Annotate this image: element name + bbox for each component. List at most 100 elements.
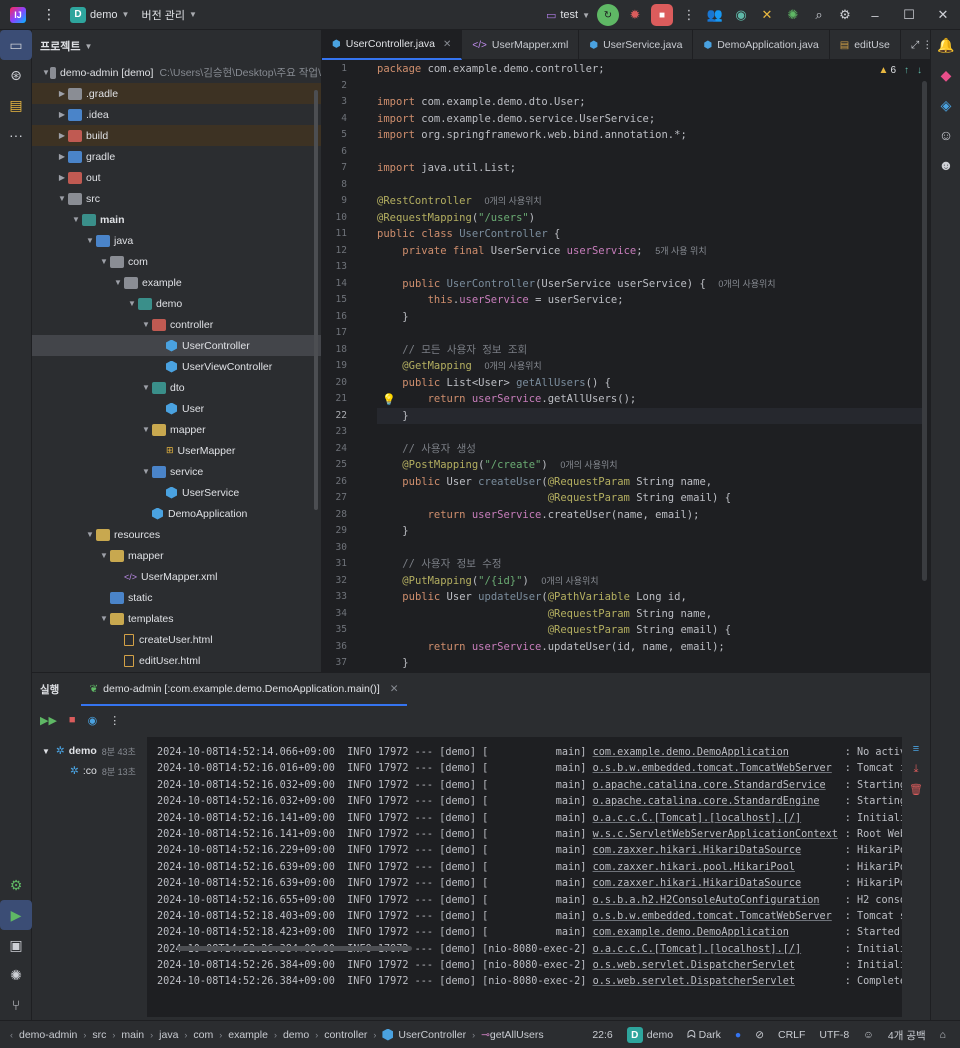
project-panel-header[interactable]: 프로젝트 ▼ bbox=[32, 30, 321, 62]
code-line[interactable]: public User createUser(@RequestParam Str… bbox=[377, 474, 922, 491]
code-line[interactable] bbox=[377, 424, 922, 441]
chevron-right-icon[interactable]: ▶ bbox=[56, 131, 68, 140]
tree-item[interactable]: ▶ .gradle bbox=[32, 83, 321, 104]
code-line[interactable]: @RequestParam String email) { bbox=[377, 490, 922, 507]
rerun-button[interactable]: ↻ bbox=[597, 4, 619, 26]
build-tools-icon[interactable]: ✕ bbox=[754, 7, 780, 23]
tree-item[interactable]: ▼ mapper bbox=[32, 545, 321, 566]
code-line[interactable]: public class UserController { bbox=[377, 226, 922, 243]
editor-scrollbar[interactable] bbox=[922, 81, 927, 581]
project-tool-icon[interactable]: ▭ bbox=[0, 30, 32, 60]
tree-item[interactable]: static bbox=[32, 587, 321, 608]
theme-indicator[interactable]: ᗣ Dark bbox=[687, 1029, 721, 1042]
code-line[interactable]: @RequestParam String email) { bbox=[377, 622, 922, 639]
tree-item[interactable]: ▼ demo bbox=[32, 293, 321, 314]
tree-item[interactable]: ▼ service bbox=[32, 461, 321, 482]
maximize-button[interactable]: ☐ bbox=[892, 7, 926, 23]
scroll-to-end-icon[interactable]: ⤓ bbox=[902, 763, 930, 783]
status-dot-icon[interactable]: ● bbox=[735, 1029, 741, 1041]
stop-button[interactable]: ■ bbox=[651, 4, 673, 26]
run-tree-item[interactable]: ▼ ✲ demo 8분 43초 bbox=[32, 741, 147, 761]
close-tab-icon[interactable]: ✕ bbox=[390, 683, 399, 695]
code-line[interactable]: public User updateUser(@PathVariable Lon… bbox=[377, 589, 922, 606]
more-actions-icon[interactable]: ⋮ bbox=[676, 7, 702, 23]
tree-item[interactable]: ▶ gradle bbox=[32, 146, 321, 167]
project-scrollbar[interactable] bbox=[314, 90, 318, 510]
tree-item[interactable]: ▼ example bbox=[32, 272, 321, 293]
code-area[interactable]: package com.example.demo.controller; impo… bbox=[377, 61, 922, 672]
tree-item[interactable]: ▼ templates bbox=[32, 608, 321, 629]
tree-item[interactable]: ▶ out bbox=[32, 167, 321, 188]
tree-item[interactable]: ▼ resources bbox=[32, 524, 321, 545]
breadcrumb-item[interactable]: demo bbox=[283, 1029, 309, 1041]
lock-icon[interactable]: ⌂ bbox=[940, 1029, 946, 1041]
code-line[interactable]: import org.springframework.web.bind.anno… bbox=[377, 127, 922, 144]
structure-tool-icon[interactable]: ▤ bbox=[0, 90, 32, 120]
editor-tab[interactable]: ▤ editUse bbox=[830, 30, 901, 60]
code-line[interactable]: // 모든 사용자 정보 조회 bbox=[377, 342, 922, 359]
tree-item[interactable]: ▶ .idea bbox=[32, 104, 321, 125]
tree-item[interactable]: UserViewController bbox=[32, 356, 321, 377]
stop-icon[interactable]: ■ bbox=[69, 714, 76, 726]
tree-item[interactable]: ⊞ UserMapper bbox=[32, 440, 321, 461]
chevron-right-icon[interactable]: ▶ bbox=[56, 173, 68, 182]
tree-item[interactable]: ▼ dto bbox=[32, 377, 321, 398]
tree-item[interactable]: User bbox=[32, 398, 321, 419]
tree-item[interactable]: editUser.html bbox=[32, 650, 321, 671]
commit-tool-icon[interactable]: ⊛ bbox=[0, 60, 32, 90]
editor-tab[interactable]: ⬢ DemoApplication.java bbox=[693, 30, 830, 60]
code-line[interactable]: private final UserService userService; 5… bbox=[377, 243, 922, 260]
ai-status-icon[interactable]: ☺ bbox=[863, 1029, 874, 1041]
code-line[interactable]: import java.util.List; bbox=[377, 160, 922, 177]
tree-item[interactable]: ▼ controller bbox=[32, 314, 321, 335]
tree-item[interactable]: ▼ java bbox=[32, 230, 321, 251]
close-tab-icon[interactable]: ✕ bbox=[443, 39, 451, 50]
plugin-icon[interactable]: ✺ bbox=[780, 7, 806, 23]
inspection-widget[interactable]: ▲ 6 ↑ ↓ bbox=[879, 65, 922, 76]
code-line[interactable]: } bbox=[377, 655, 922, 672]
code-line[interactable]: } bbox=[377, 407, 922, 424]
chevron-down-icon[interactable]: ▼ bbox=[112, 278, 124, 287]
chevron-down-icon[interactable]: ▼ bbox=[42, 68, 50, 77]
tree-item[interactable]: ▼ main bbox=[32, 209, 321, 230]
more-options-icon[interactable]: ⋮ bbox=[109, 714, 120, 727]
chevron-down-icon[interactable]: ▼ bbox=[140, 467, 152, 476]
chevron-down-icon[interactable]: ▼ bbox=[140, 383, 152, 392]
chevron-down-icon[interactable]: ▼ bbox=[56, 194, 68, 203]
file-encoding[interactable]: UTF-8 bbox=[819, 1029, 849, 1041]
intention-bulb-icon[interactable]: 💡 bbox=[382, 393, 396, 406]
breadcrumb-item[interactable]: example bbox=[228, 1029, 268, 1041]
code-line[interactable]: import com.example.demo.service.UserServ… bbox=[377, 111, 922, 128]
code-line[interactable]: return userService.getAllUsers(); bbox=[377, 391, 922, 408]
editor-tab[interactable]: </> UserMapper.xml bbox=[462, 30, 580, 60]
ai-chat-icon[interactable]: ☺ bbox=[931, 120, 960, 150]
code-line[interactable]: this.userService = userService; bbox=[377, 292, 922, 309]
console-output[interactable]: 2024-10-08T14:52:14.066+09:00 INFO 17972… bbox=[147, 737, 902, 1017]
view-icon[interactable]: ◉ bbox=[88, 714, 98, 727]
chevron-down-icon[interactable]: ▼ bbox=[84, 236, 96, 245]
close-window-button[interactable]: ✕ bbox=[926, 7, 960, 23]
code-line[interactable]: return userService.createUser(name, emai… bbox=[377, 507, 922, 524]
ai-assistant-icon[interactable]: ◉ bbox=[728, 7, 754, 23]
chevron-down-icon[interactable]: ▼ bbox=[140, 425, 152, 434]
settings-gear-icon[interactable]: ⚙ bbox=[832, 7, 858, 23]
services-tool-icon[interactable]: ⚙ bbox=[0, 870, 32, 900]
chevron-right-icon[interactable]: ▶ bbox=[56, 89, 68, 98]
minimize-button[interactable]: – bbox=[858, 8, 892, 23]
chevron-down-icon[interactable]: ▼ bbox=[140, 320, 152, 329]
more-tools-icon[interactable]: ··· bbox=[0, 120, 32, 150]
rerun-icon[interactable]: ▶▶ bbox=[40, 714, 57, 727]
code-line[interactable]: return userService.updateUser(id, name, … bbox=[377, 639, 922, 656]
code-line[interactable]: @PostMapping("/create") 0개의 사용위치 bbox=[377, 457, 922, 474]
tree-item[interactable]: DemoApplication bbox=[32, 503, 321, 524]
tree-item[interactable]: </> UserMapper.xml bbox=[32, 566, 321, 587]
tree-item[interactable]: ▼ com bbox=[32, 251, 321, 272]
readonly-toggle-icon[interactable]: ⊘ bbox=[755, 1029, 764, 1041]
tree-item[interactable]: UserService bbox=[32, 482, 321, 503]
breadcrumb-item[interactable]: UserController bbox=[398, 1029, 466, 1041]
code-line[interactable]: @RestController 0개의 사용위치 bbox=[377, 193, 922, 210]
code-editor[interactable]: 1 2 3 4 5 6 7 8 9 10 11 12 13 14 15 16 17 18 19 20 21 22 23 24 2… bbox=[322, 61, 930, 672]
main-menu-icon[interactable]: ⋮ bbox=[42, 6, 56, 23]
soft-wrap-icon[interactable]: ≡ bbox=[902, 743, 930, 763]
code-line[interactable] bbox=[377, 144, 922, 161]
